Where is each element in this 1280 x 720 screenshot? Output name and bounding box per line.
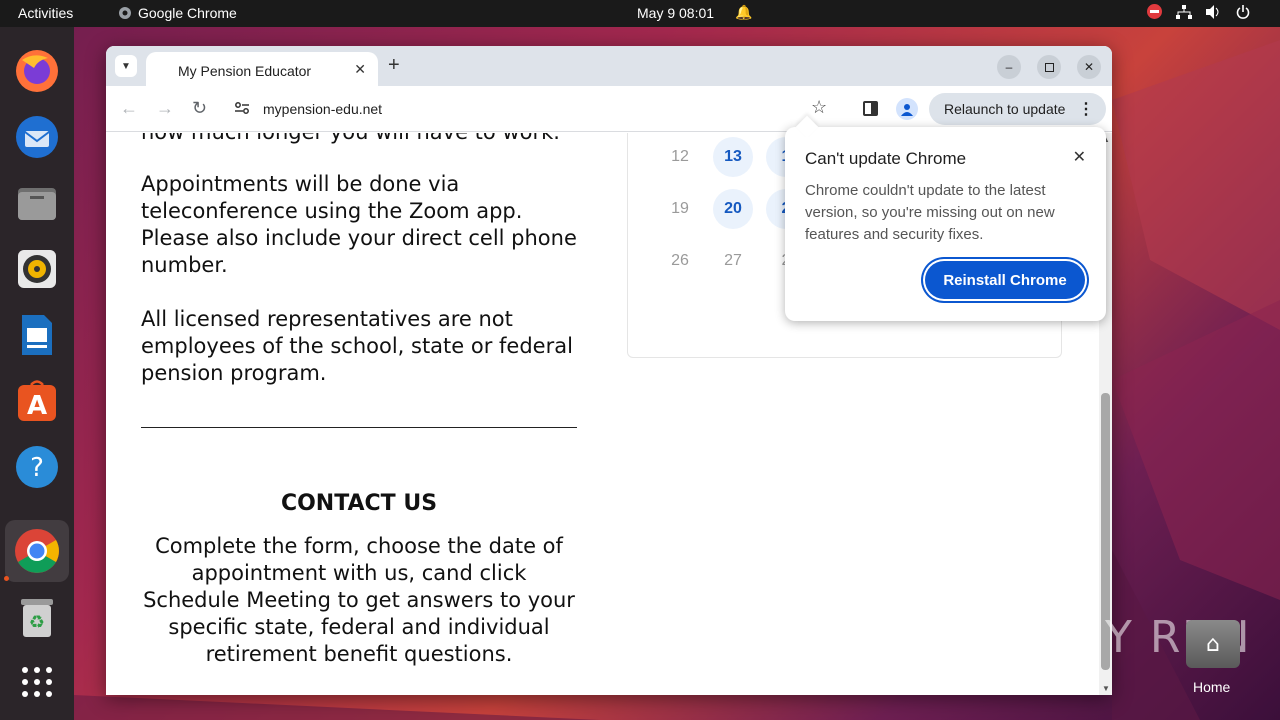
calendar-day-available[interactable]: 20 xyxy=(713,189,753,229)
new-tab-button[interactable]: + xyxy=(388,55,400,75)
dialog-close-icon[interactable]: ✕ xyxy=(1073,147,1086,167)
dialog-title: Can't update Chrome xyxy=(805,149,967,168)
back-icon[interactable]: ← xyxy=(120,98,138,119)
contact-us-text: Complete the form, choose the date of ap… xyxy=(143,534,575,666)
trash-icon[interactable]: ♻ xyxy=(5,587,69,649)
firefox-icon[interactable] xyxy=(5,40,69,102)
network-icon xyxy=(1176,4,1192,19)
do-not-disturb-icon xyxy=(1147,4,1162,19)
thunderbird-icon[interactable] xyxy=(5,106,69,168)
maximize-button[interactable] xyxy=(1037,55,1061,79)
page-paragraph-disclaimer: All licensed representatives are not emp… xyxy=(141,307,573,385)
page-paragraph-appointments: Appointments will be done via teleconfer… xyxy=(141,172,577,277)
system-tray[interactable] xyxy=(1147,4,1250,19)
site-info-icon[interactable] xyxy=(234,100,250,116)
contact-us-heading: CONTACT US xyxy=(280,491,438,516)
more-menu-icon[interactable]: ⋮ xyxy=(1078,99,1094,119)
close-window-button[interactable]: ✕ xyxy=(1077,55,1101,79)
minimize-button[interactable]: – xyxy=(997,55,1021,79)
tab-close-icon[interactable]: ✕ xyxy=(354,61,366,78)
section-divider xyxy=(141,427,577,428)
close-icon: ✕ xyxy=(1083,60,1095,74)
svg-text:A: A xyxy=(27,391,47,421)
home-folder-label: Home xyxy=(1193,679,1231,695)
relaunch-to-update-button[interactable]: Relaunch to update ⋮ xyxy=(929,93,1106,125)
scroll-down-icon[interactable]: ▼ xyxy=(1102,684,1110,693)
tab-strip: ▼ My Pension Educator ✕ + – ✕ xyxy=(106,46,1112,86)
minimize-icon: – xyxy=(1005,60,1013,74)
show-apps-icon[interactable] xyxy=(5,651,69,713)
top-bar: Activities Google Chrome May 9 08:01 🔔 xyxy=(0,0,1280,27)
tab-search-button[interactable]: ▼ xyxy=(115,55,137,77)
clock[interactable]: May 9 08:01 xyxy=(637,5,714,21)
chevron-down-icon: ▼ xyxy=(121,60,131,72)
app-name-label: Google Chrome xyxy=(138,5,237,21)
activities-button[interactable]: Activities xyxy=(18,5,73,21)
tab-title: My Pension Educator xyxy=(178,63,312,79)
calendar-day: 26 xyxy=(671,252,689,269)
calendar-day: 12 xyxy=(671,148,689,165)
running-indicator xyxy=(4,576,9,581)
maximize-icon xyxy=(1044,62,1054,72)
libreoffice-writer-icon[interactable] xyxy=(5,304,69,366)
tab-active[interactable]: My Pension Educator ✕ xyxy=(146,52,378,86)
files-icon[interactable] xyxy=(5,172,69,234)
cant-update-chrome-dialog: Can't update Chrome ✕ Chrome couldn't up… xyxy=(785,115,1106,321)
svg-text:♻: ♻ xyxy=(29,612,45,633)
calendar-day: 27 xyxy=(724,252,742,269)
power-icon xyxy=(1236,4,1250,19)
chrome-icon[interactable] xyxy=(5,520,69,582)
side-panel-icon[interactable] xyxy=(863,101,878,116)
help-icon[interactable]: ? xyxy=(5,436,69,498)
app-center-icon[interactable]: A xyxy=(5,370,69,432)
calendar-day-available[interactable]: 13 xyxy=(713,137,753,177)
app-menu[interactable]: Google Chrome xyxy=(118,5,237,21)
page-paragraph-cut: how much longer you will have to work. xyxy=(141,133,581,146)
svg-text:?: ? xyxy=(30,453,44,483)
dock: A ? ♻ xyxy=(0,27,74,720)
relaunch-label: Relaunch to update xyxy=(944,101,1066,117)
rhythmbox-icon[interactable] xyxy=(5,238,69,300)
forward-icon[interactable]: → xyxy=(156,98,174,119)
profile-avatar-icon[interactable] xyxy=(896,98,918,120)
toolbar: ← → ↻ mypension-edu.net ☆ Relaunch to up… xyxy=(106,86,1112,132)
calendar-day: 19 xyxy=(671,200,689,217)
volume-icon xyxy=(1206,4,1219,19)
home-folder-icon[interactable]: ⌂ xyxy=(1186,620,1240,668)
address-bar[interactable]: mypension-edu.net xyxy=(263,101,382,117)
notification-bell-icon[interactable]: 🔔 xyxy=(735,4,752,21)
reinstall-chrome-button[interactable]: Reinstall Chrome xyxy=(925,261,1085,299)
chrome-small-icon xyxy=(119,7,131,19)
dialog-body: Chrome couldn't update to the latest ver… xyxy=(805,182,1055,243)
reload-icon[interactable]: ↻ xyxy=(192,98,207,119)
bookmark-star-icon[interactable]: ☆ xyxy=(811,97,827,118)
